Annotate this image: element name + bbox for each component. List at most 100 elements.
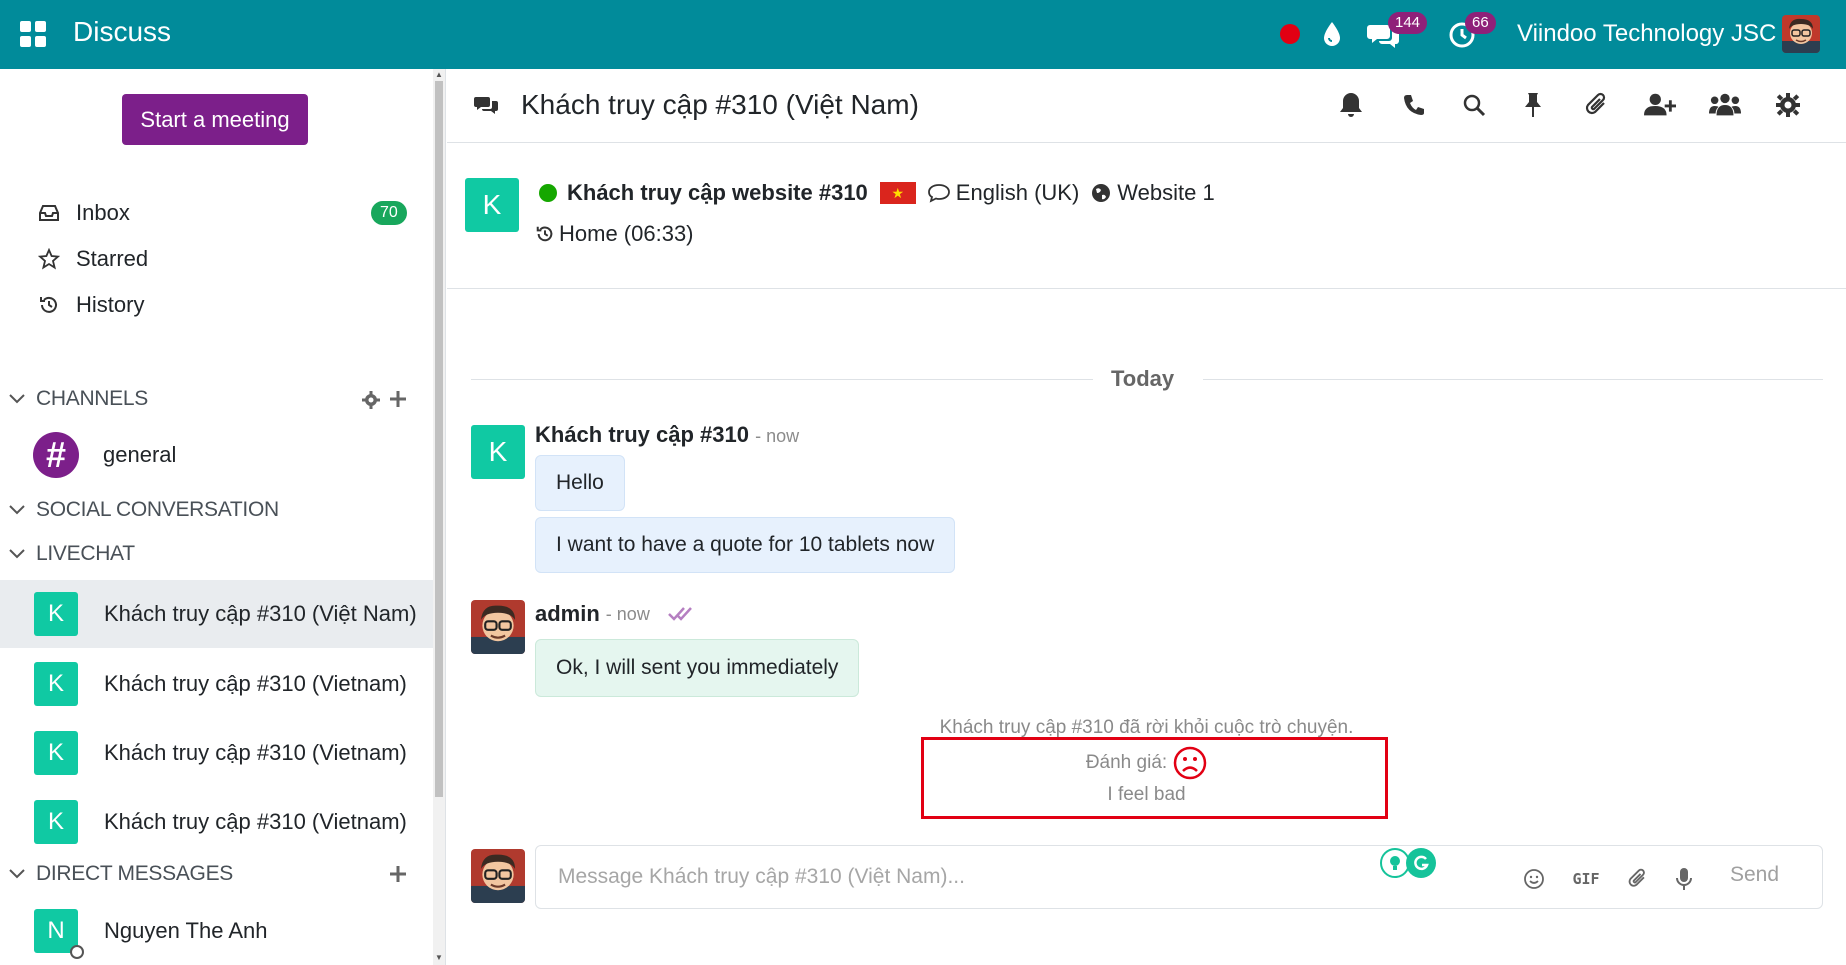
visitor-history-row: Home (06:33) [535,221,694,247]
add-user-icon[interactable] [1644,89,1676,121]
admin-avatar [471,600,525,654]
livechat-item[interactable]: K Khách truy cập #310 (Vietnam) [0,788,433,856]
notification-bell-icon[interactable] [1335,89,1367,121]
chevron-down-icon [9,549,25,559]
scroll-up-icon[interactable]: ▲ [435,71,443,79]
members-icon[interactable] [1709,89,1741,121]
visitor-avatar: K [465,178,519,232]
grammarly-icon[interactable] [1406,848,1436,878]
sad-face-icon [1173,746,1207,780]
channel-avatar: # [33,432,79,478]
message-bubble: I want to have a quote for 10 tablets no… [535,517,956,573]
flag-star: ★ [891,184,905,201]
message-author: Khách truy cập #310 - now [535,422,799,448]
dm-avatar: N [34,909,84,959]
chevron-down-icon [9,505,25,515]
separator-line [1203,379,1823,380]
messages-badge: 144 [1388,12,1428,34]
apps-menu-icon[interactable] [20,21,46,47]
visitor-info-row: Khách truy cập website #310 ★ English (U… [539,180,1215,206]
visitor-author-name: Khách truy cập #310 [535,422,749,447]
send-button[interactable]: Send [1730,863,1779,887]
thread-header: Khách truy cập #310 (Việt Nam) [447,69,1846,143]
scroll-down-icon[interactable]: ▼ [435,954,443,962]
message-composer: GIF Send [535,845,1823,909]
vietnam-flag-icon: ★ [879,182,916,204]
livechat-avatar: K [34,731,78,775]
admin-author-name: admin [535,601,600,626]
livechat-avatar: K [34,662,78,706]
add-channel-icon[interactable] [389,390,407,408]
livechat-item[interactable]: K Khách truy cập #310 (Vietnam) [0,719,433,787]
sidebar-scrollbar[interactable]: ▲ ▼ [433,69,445,965]
section-label: LIVECHAT [36,542,135,565]
paperclip-icon[interactable] [1581,89,1613,121]
rating-row: Đánh giá: [447,746,1846,780]
composer-user-avatar [471,849,525,903]
sidebar-item-label: Inbox [76,200,130,225]
separator-line [471,379,1093,380]
message-time: - now [605,603,650,624]
livechat-name: Khách truy cập #310 (Vietnam) [104,671,407,696]
paperclip-icon[interactable] [1623,864,1653,894]
dm-avatar-letter: N [47,917,65,944]
livechat-avatar: K [34,592,78,636]
sidebar-item-history[interactable]: History [36,292,144,318]
dm-name: Nguyen The Anh [104,918,268,943]
app-title[interactable]: Discuss [73,16,171,48]
thread-view: Khách truy cập #310 (Việt Nam) K Khách t… [447,69,1846,965]
section-social-conversation[interactable]: SOCIAL CONVERSATION [8,498,279,522]
direct-message-item[interactable]: N Nguyen The Anh [0,900,433,962]
comments-icon [474,97,498,114]
sidebar-item-inbox[interactable]: Inbox [36,200,130,226]
activity-badge: 66 [1465,12,1496,34]
livechat-item[interactable]: K Khách truy cập #310 (Việt Nam) [0,580,433,648]
rating-comment: I feel bad [1107,784,1186,805]
section-channels[interactable]: CHANNELS [8,387,148,411]
section-label: DIRECT MESSAGES [36,862,233,885]
gear-icon[interactable] [1772,89,1804,121]
visitor-message-avatar: K [471,425,525,479]
microphone-icon[interactable] [1669,864,1699,894]
visitor-name: Khách truy cập website #310 [567,180,868,205]
start-meeting-button[interactable]: Start a meeting [122,94,308,145]
sidebar-item-label: Starred [76,246,149,271]
section-direct-messages[interactable]: DIRECT MESSAGES [8,862,233,886]
livechat-item[interactable]: K Khách truy cập #310 (Vietnam) [0,650,433,718]
date-separator-label: Today [1111,366,1175,391]
seen-double-check-icon [667,607,692,621]
history-icon [536,226,553,242]
drop-icon[interactable] [1322,21,1342,47]
livechat-name: Khách truy cập #310 (Vietnam) [104,740,407,765]
date-separator: Today [471,366,1823,396]
message-bubble: Hello [535,455,625,511]
section-label: SOCIAL CONVERSATION [36,498,279,521]
visitor-info-banner [447,143,1846,289]
section-livechat[interactable]: LIVECHAT [8,542,135,566]
star-icon [36,246,62,272]
globe-icon [1092,184,1111,202]
visitor-page-history: Home (06:33) [559,221,694,246]
recording-icon[interactable] [1280,24,1300,44]
user-avatar[interactable] [1782,15,1820,53]
channel-item-general[interactable]: # general [0,425,433,485]
inbox-icon [36,200,62,226]
add-direct-message-icon[interactable] [389,865,407,883]
scrollbar-thumb[interactable] [435,81,443,797]
channel-settings-icon[interactable] [361,390,381,410]
gif-button[interactable]: GIF [1566,864,1606,894]
message-input[interactable] [536,846,1416,908]
sidebar-item-starred[interactable]: Starred [36,246,148,272]
emoji-icon[interactable] [1519,864,1549,894]
livechat-name: Khách truy cập #310 (Vietnam) [104,809,407,834]
visitor-language: English (UK) [955,180,1080,205]
search-icon[interactable] [1458,89,1490,121]
sidebar-item-label: History [76,292,145,317]
livechat-name: Khách truy cập #310 (Việt Nam) [104,601,417,626]
thread-title[interactable]: Khách truy cập #310 (Việt Nam) [521,89,919,121]
pin-icon[interactable] [1517,89,1549,121]
company-switcher[interactable]: Viindoo Technology JSC [1517,20,1776,48]
visitor-left-notice: Khách truy cập #310 đã rời khỏi cuộc trò… [939,717,1354,738]
phone-icon[interactable] [1398,89,1430,121]
language-speech-icon [927,184,950,203]
